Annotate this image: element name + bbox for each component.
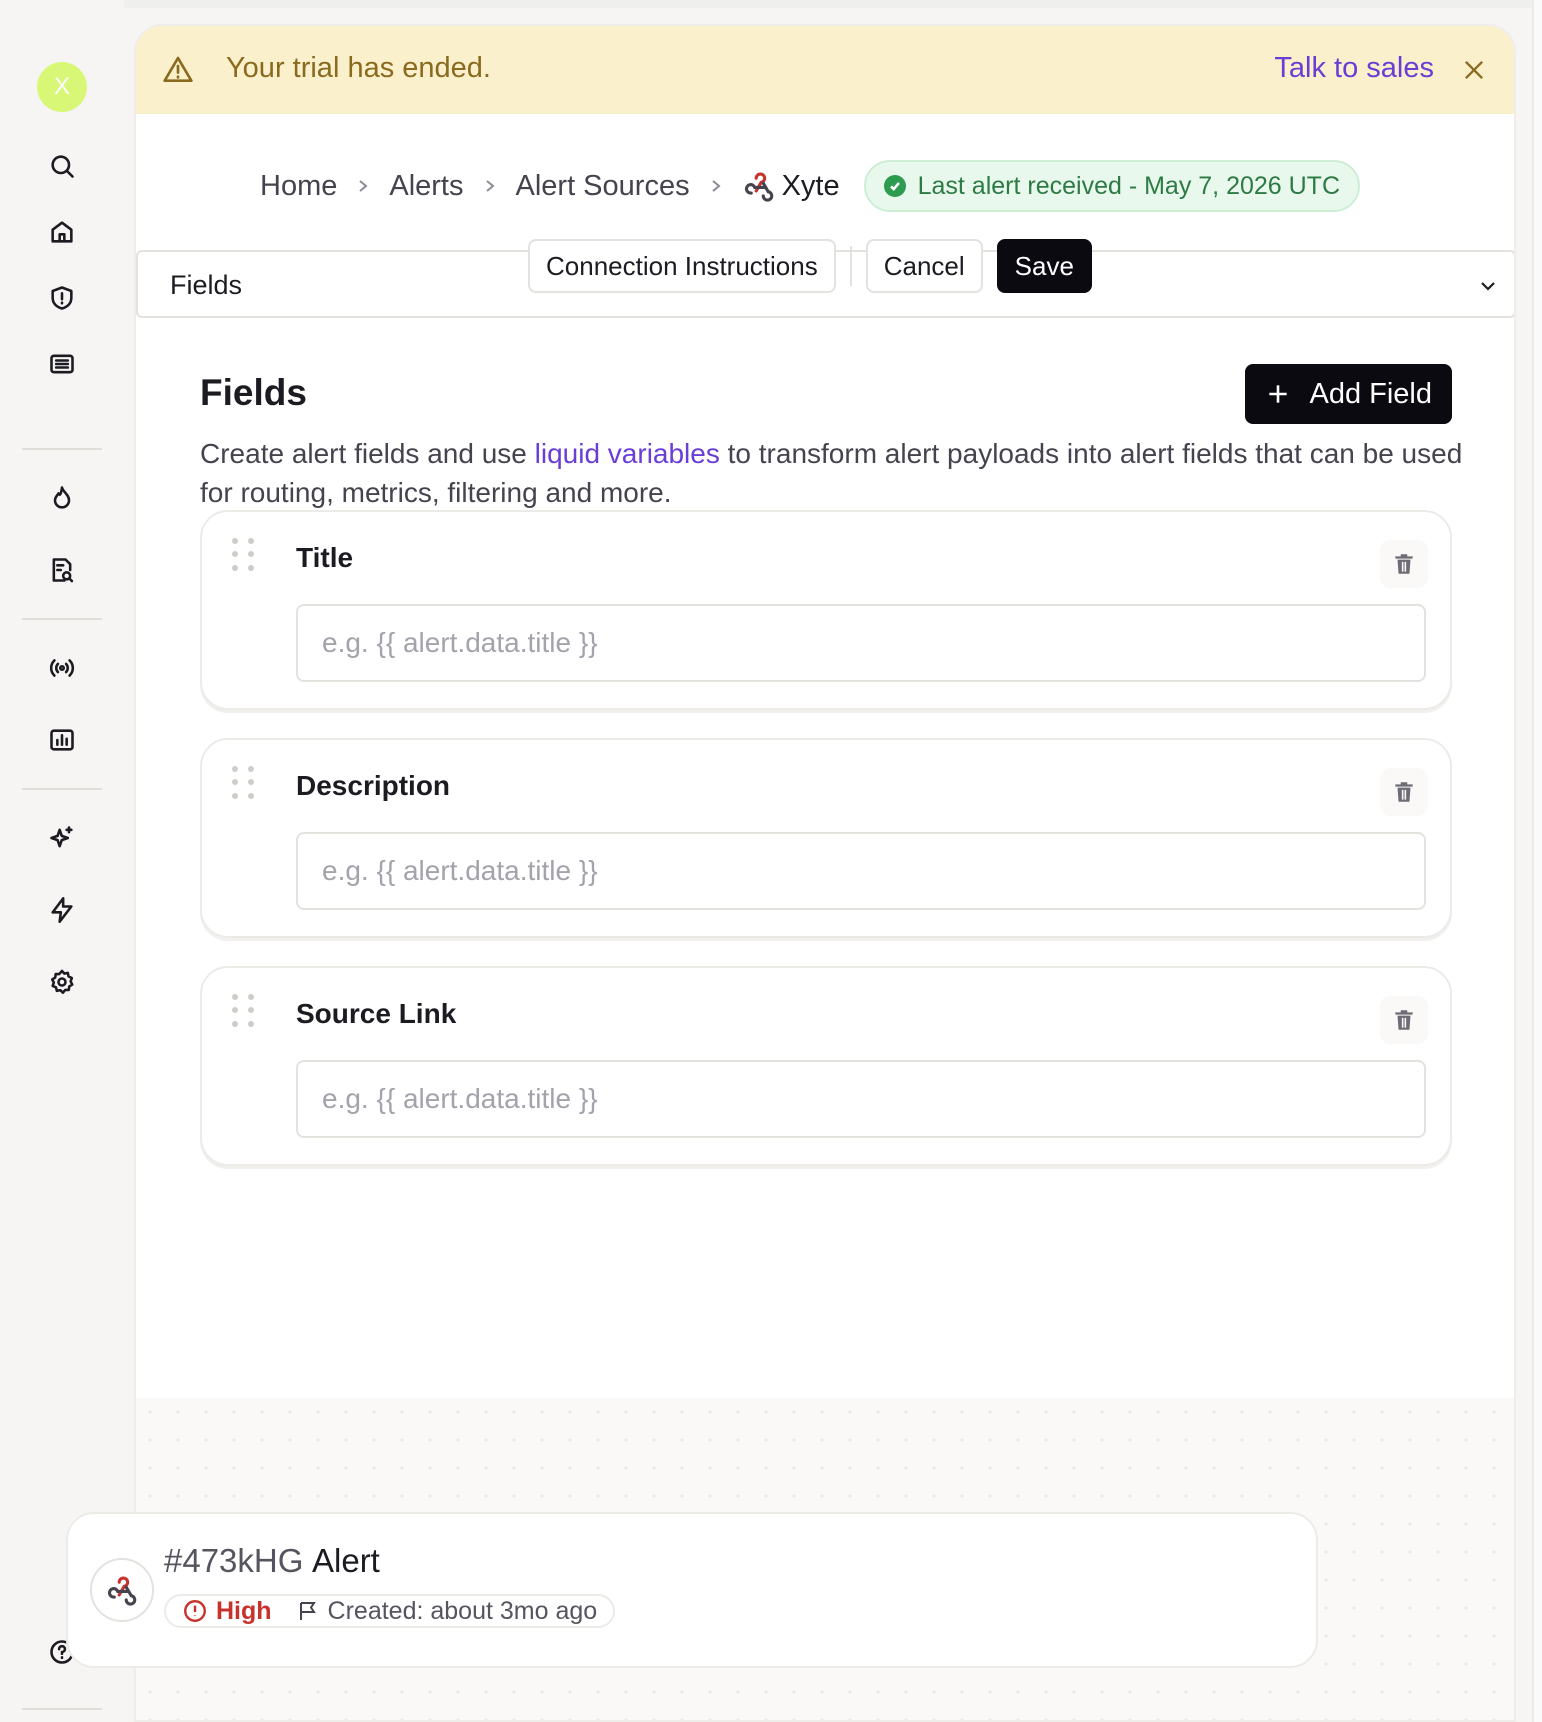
connection-instructions-button[interactable]: Connection Instructions	[528, 239, 836, 293]
drag-handle-icon[interactable]	[232, 994, 254, 1030]
alert-circle-icon	[182, 1598, 208, 1624]
trash-icon[interactable]	[1380, 768, 1428, 816]
add-field-label: Add Field	[1309, 377, 1432, 410]
field-name: Title	[296, 542, 354, 573]
alert-title: Alert	[312, 1542, 380, 1579]
chevron-right-icon	[355, 178, 371, 194]
sidebar-divider	[22, 788, 102, 790]
broadcast-icon[interactable]	[40, 646, 84, 690]
lightning-icon[interactable]	[40, 888, 84, 932]
main-panel: Your trial has ended. Talk to sales Home…	[134, 24, 1516, 1722]
shield-alert-icon[interactable]	[40, 276, 84, 320]
sidebar-divider	[22, 618, 102, 620]
field-expression-input[interactable]	[296, 832, 1426, 910]
alert-meta: High Created: about 3mo ago	[164, 1594, 616, 1628]
drag-handle-icon[interactable]	[232, 766, 254, 802]
home-icon[interactable]	[40, 210, 84, 254]
field-card-source-link: Source Link	[200, 966, 1452, 1166]
webhook-icon	[90, 1558, 154, 1622]
description-text: Create alert fields and use	[200, 438, 535, 469]
trial-message: Your trial has ended.	[226, 52, 491, 84]
breadcrumb-alerts[interactable]: Alerts	[389, 170, 463, 203]
catalog-icon[interactable]	[40, 342, 84, 386]
avatar[interactable]: X	[37, 62, 87, 112]
chart-icon[interactable]	[40, 718, 84, 762]
gear-icon[interactable]	[40, 960, 84, 1004]
search-icon[interactable]	[40, 144, 84, 188]
field-card-description: Description	[200, 738, 1452, 938]
liquid-variables-link[interactable]: liquid variables	[535, 438, 720, 469]
field-expression-input[interactable]	[296, 604, 1426, 682]
chevron-down-icon	[1476, 274, 1500, 298]
trash-icon[interactable]	[1380, 996, 1428, 1044]
sidebar-divider	[22, 1708, 102, 1710]
field-name: Source Link	[296, 998, 457, 1029]
flag-icon	[296, 1599, 320, 1623]
actions-divider	[849, 246, 852, 286]
created-time: Created: about 3mo ago	[327, 1596, 598, 1625]
severity-label: High	[216, 1596, 272, 1625]
cancel-button[interactable]: Cancel	[865, 239, 983, 293]
trash-icon[interactable]	[1380, 540, 1428, 588]
flame-icon[interactable]	[40, 476, 84, 520]
status-text: Last alert received - May 7, 2026 UTC	[917, 171, 1341, 200]
sparkles-icon[interactable]	[40, 816, 84, 860]
breadcrumb-home[interactable]: Home	[260, 170, 337, 203]
close-icon[interactable]	[1460, 56, 1488, 84]
chevron-right-icon	[708, 178, 724, 194]
section-description: Create alert fields and use liquid varia…	[200, 434, 1470, 512]
plus-icon	[1269, 385, 1288, 403]
section-title: Fields	[200, 372, 307, 413]
talk-to-sales-link[interactable]: Talk to sales	[1274, 52, 1434, 85]
field-expression-input[interactable]	[296, 1060, 1426, 1138]
field-name: Description	[296, 770, 451, 801]
alert-id: #473kHG	[164, 1542, 304, 1579]
status-badge: Last alert received - May 7, 2026 UTC	[863, 160, 1361, 212]
top-edge	[124, 0, 1532, 8]
trial-banner: Your trial has ended. Talk to sales	[136, 26, 1514, 114]
field-card-title: Title	[200, 510, 1452, 710]
avatar-letter: X	[53, 73, 70, 100]
search-document-icon[interactable]	[40, 548, 84, 592]
sidebar: X	[0, 0, 124, 1722]
right-edge	[1532, 0, 1542, 1722]
alert-preview-card[interactable]: #473kHG Alert High Created: about 3mo ag…	[66, 1512, 1318, 1668]
sidebar-divider	[22, 448, 102, 450]
source-name: Xyte	[781, 169, 840, 202]
header-actions: Connection Instructions Cancel Save	[528, 238, 1092, 294]
chevron-right-icon	[482, 178, 498, 194]
drag-handle-icon[interactable]	[232, 538, 254, 574]
breadcrumb: Home Alerts Alert Sources Xyte Last aler…	[260, 156, 1361, 216]
section-select-value: Fields	[170, 270, 243, 300]
save-button[interactable]: Save	[996, 239, 1092, 293]
check-circle-icon	[883, 175, 906, 197]
webhook-icon	[744, 172, 773, 202]
warning-icon	[162, 54, 194, 86]
breadcrumb-alert-sources[interactable]: Alert Sources	[516, 170, 690, 203]
add-field-button[interactable]: Add Field	[1245, 364, 1452, 424]
breadcrumb-current: Xyte	[742, 169, 840, 203]
